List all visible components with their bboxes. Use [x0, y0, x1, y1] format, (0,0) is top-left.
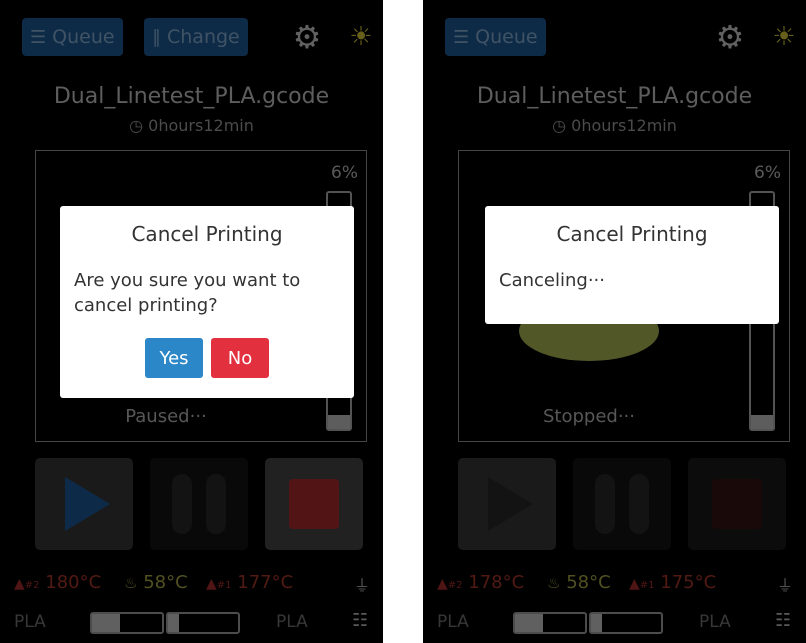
- stop-button[interactable]: [688, 458, 786, 550]
- job-filename: Dual_Linetest_PLA.gcode: [53, 84, 330, 109]
- job-duration: ◷ 0hours12min: [0, 116, 383, 135]
- queue-label: Queue: [475, 26, 538, 48]
- progress-percent: 6%: [754, 163, 781, 183]
- power-plug-icon: ⏚: [354, 576, 371, 595]
- resume-button[interactable]: [35, 458, 133, 550]
- job-filename: Dual_Linetest_PLA.gcode: [476, 84, 753, 109]
- list-icon: ☰: [30, 26, 47, 48]
- nozzle-icon: ▲: [629, 576, 640, 592]
- yes-button[interactable]: Yes: [145, 338, 203, 378]
- dialog-buttons: Yes No: [60, 338, 354, 378]
- progress-percent: 6%: [331, 163, 358, 183]
- stop-button[interactable]: [265, 458, 363, 550]
- lightbulb-icon[interactable]: ☀: [767, 18, 801, 56]
- material-left: PLA: [437, 612, 469, 632]
- lightbulb-icon[interactable]: ☀: [344, 18, 378, 56]
- material-right: PLA: [276, 612, 308, 632]
- print-status: Stopped···: [542, 406, 635, 427]
- printer-screen-confirm: ☰ Queue ∥ Change ⚙ ☀ Dual_Linetest_PLA.g…: [0, 0, 383, 643]
- nozzle-2-temp: ▲#2 180°C: [14, 572, 102, 593]
- stop-icon: [289, 479, 339, 529]
- temperature-bar: ▲#2 178°C ♨ 58°C ▲#1 175°C ⏚: [437, 572, 806, 596]
- no-button[interactable]: No: [211, 338, 269, 378]
- bed-temp: ♨ 58°C: [547, 572, 611, 593]
- nozzle-1-temp: ▲#1 175°C: [629, 572, 717, 593]
- spool-left: [513, 612, 587, 634]
- cancel-dialog: Cancel Printing Are you sure you want to…: [60, 206, 354, 398]
- dialog-title: Cancel Printing: [131, 222, 283, 246]
- resume-button[interactable]: [458, 458, 556, 550]
- filament-change-icon: ∥: [152, 26, 161, 48]
- change-button[interactable]: ∥ Change: [144, 18, 248, 56]
- clock-icon: ◷: [129, 116, 144, 135]
- nozzle-2-temp: ▲#2 178°C: [437, 572, 525, 593]
- network-icon: ☷: [352, 610, 369, 631]
- material-right: PLA: [699, 612, 731, 632]
- bed-temp: ♨ 58°C: [124, 572, 188, 593]
- list-icon: ☰: [453, 26, 470, 48]
- network-icon: ☷: [775, 610, 792, 631]
- gear-icon[interactable]: ⚙: [290, 20, 324, 54]
- dialog-message: Canceling···: [499, 270, 605, 291]
- nozzle-icon: ▲: [437, 576, 448, 592]
- stop-icon: [712, 479, 762, 529]
- top-bar: ☰ Queue ∥ Change ⚙ ☀: [22, 18, 383, 58]
- pause-icon: [172, 474, 226, 534]
- heated-bed-icon: ♨: [547, 574, 561, 592]
- heated-bed-icon: ♨: [124, 574, 138, 592]
- nozzle-1-temp: ▲#1 177°C: [206, 572, 294, 593]
- nozzle-icon: ▲: [206, 576, 217, 592]
- canceling-dialog: Cancel Printing Canceling···: [485, 206, 779, 324]
- power-plug-icon: ⏚: [777, 576, 794, 595]
- change-label: Change: [167, 26, 240, 48]
- material-bar: PLA PLA ☷: [14, 610, 383, 638]
- spool-left: [90, 612, 164, 634]
- dialog-message: Are you sure you want to cancel printing…: [74, 270, 301, 316]
- spool-right: [589, 612, 663, 634]
- spool-right: [166, 612, 240, 634]
- pause-icon: [595, 474, 649, 534]
- play-icon: [64, 477, 110, 531]
- nozzle-icon: ▲: [14, 576, 25, 592]
- progress-fill: [751, 414, 773, 429]
- progress-fill: [328, 414, 350, 429]
- play-icon: [487, 477, 533, 531]
- gear-icon[interactable]: ⚙: [713, 20, 747, 54]
- job-duration: ◷ 0hours12min: [423, 116, 806, 135]
- clock-icon: ◷: [552, 116, 567, 135]
- material-bar: PLA PLA ☷: [437, 610, 806, 638]
- material-left: PLA: [14, 612, 46, 632]
- queue-label: Queue: [52, 26, 115, 48]
- top-bar: ☰ Queue ⚙ ☀: [445, 18, 806, 58]
- queue-button[interactable]: ☰ Queue: [22, 18, 123, 56]
- pause-button[interactable]: [150, 458, 248, 550]
- queue-button[interactable]: ☰ Queue: [445, 18, 546, 56]
- printer-screen-canceling: ☰ Queue ⚙ ☀ Dual_Linetest_PLA.gcode ◷ 0h…: [423, 0, 806, 643]
- dialog-title: Cancel Printing: [556, 222, 708, 246]
- temperature-bar: ▲#2 180°C ♨ 58°C ▲#1 177°C ⏚: [14, 572, 383, 596]
- pause-button[interactable]: [573, 458, 671, 550]
- duration-text: 0hours12min: [148, 116, 254, 135]
- print-status: Paused···: [125, 406, 207, 427]
- duration-text: 0hours12min: [571, 116, 677, 135]
